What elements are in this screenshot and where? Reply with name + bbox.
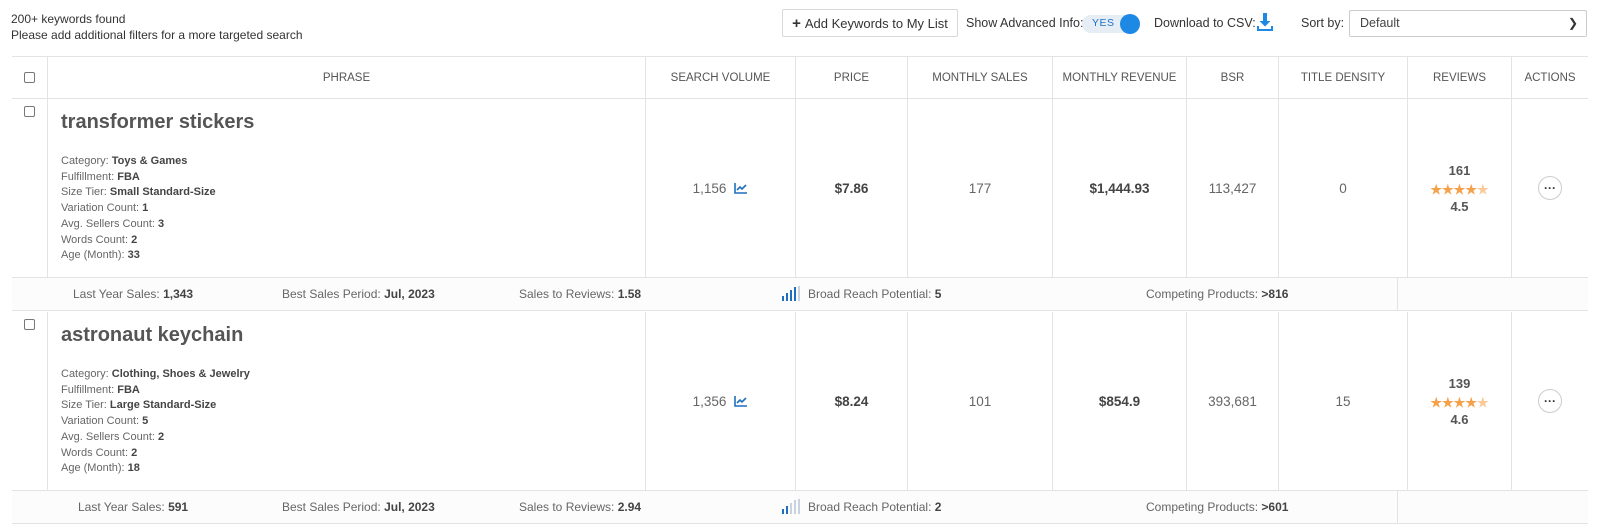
title-density-value: 15 bbox=[1279, 312, 1408, 490]
sales-to-reviews: Sales to Reviews: 2.94 bbox=[519, 500, 642, 514]
results-summary: 200+ keywords found Please add additiona… bbox=[11, 11, 303, 43]
toggle-knob bbox=[1120, 14, 1140, 34]
signal-bars-icon bbox=[782, 286, 802, 301]
best-sales-period: Best Sales Period: Jul, 2023 bbox=[282, 500, 435, 514]
search-volume-cell: 1,356 bbox=[646, 312, 796, 490]
star-rating-icon: ★ ★ ★ ★ ★ bbox=[1430, 181, 1489, 197]
best-sales-period: Best Sales Period: Jul, 2023 bbox=[282, 287, 435, 301]
sales-to-reviews: Sales to Reviews: 1.58 bbox=[519, 287, 642, 301]
monthly-sales-value: 101 bbox=[908, 312, 1053, 490]
search-volume-value: 1,156 bbox=[692, 180, 727, 196]
advanced-info-label: Show Advanced Info: bbox=[966, 16, 1084, 30]
col-monthly-sales[interactable]: MONTHLY SALES bbox=[908, 57, 1053, 98]
last-year-sales: Last Year Sales: 591 bbox=[78, 500, 189, 514]
signal-bars-icon bbox=[782, 499, 802, 514]
plus-icon: + bbox=[792, 14, 801, 32]
broad-reach-potential: Broad Reach Potential: 2 bbox=[808, 500, 942, 514]
search-volume-value: 1,356 bbox=[692, 393, 727, 409]
search-volume-cell: 1,156 bbox=[646, 99, 796, 277]
rating-value: 4.6 bbox=[1450, 411, 1469, 427]
row-select-cell bbox=[12, 99, 48, 277]
more-actions-icon[interactable]: ··· bbox=[1538, 389, 1562, 413]
col-price[interactable]: PRICE bbox=[796, 57, 908, 98]
keyword-attributes: Category: Clothing, Shoes & Jewelry Fulf… bbox=[61, 368, 250, 475]
row-details: Last Year Sales: 591 Best Sales Period: … bbox=[12, 491, 1588, 524]
advanced-info-toggle[interactable]: YES bbox=[1082, 14, 1140, 34]
sort-by-label: Sort by: bbox=[1301, 16, 1345, 30]
sort-by-value: Default bbox=[1360, 16, 1400, 30]
select-all-checkbox[interactable] bbox=[24, 72, 35, 83]
col-title-density[interactable]: TITLE DENSITY bbox=[1279, 57, 1408, 98]
rating-value: 4.5 bbox=[1450, 198, 1469, 214]
table-row[interactable]: transformer stickers Category: Toys & Ga… bbox=[12, 99, 1588, 278]
col-bsr[interactable]: BSR bbox=[1187, 57, 1279, 98]
competing-products: Competing Products: >601 bbox=[1146, 500, 1289, 514]
bsr-value: 393,681 bbox=[1187, 312, 1279, 490]
actions-cell: ··· bbox=[1512, 312, 1588, 490]
header-select-cell bbox=[12, 57, 48, 98]
col-search-volume[interactable]: SEARCH VOLUME bbox=[646, 57, 796, 98]
actions-cell: ··· bbox=[1512, 99, 1588, 277]
sort-by-select[interactable]: Default ❯ bbox=[1349, 10, 1587, 37]
col-phrase[interactable]: PHRASE bbox=[48, 57, 646, 98]
reviews-count: 139 bbox=[1448, 375, 1471, 391]
price-value: $7.86 bbox=[796, 99, 908, 277]
keyword-phrase[interactable]: transformer stickers bbox=[61, 111, 254, 134]
row-checkbox[interactable] bbox=[24, 319, 35, 330]
reviews-cell: 139 ★ ★ ★ ★ ★ 4.6 bbox=[1408, 312, 1512, 490]
reviews-cell: 161 ★ ★ ★ ★ ★ 4.5 bbox=[1408, 99, 1512, 277]
download-icon[interactable] bbox=[1256, 12, 1274, 32]
title-density-value: 0 bbox=[1279, 99, 1408, 277]
filter-hint: Please add additional filters for a more… bbox=[11, 28, 303, 42]
keyword-phrase[interactable]: astronaut keychain bbox=[61, 324, 243, 347]
trend-chart-icon[interactable] bbox=[734, 182, 748, 194]
divider bbox=[1397, 491, 1398, 523]
trend-chart-icon[interactable] bbox=[734, 395, 748, 407]
chevron-down-icon: ❯ bbox=[1567, 16, 1578, 30]
row-select-cell bbox=[12, 312, 48, 490]
keyword-attributes: Category: Toys & Games Fulfillment: FBA … bbox=[61, 155, 216, 262]
toggle-state-label: YES bbox=[1092, 17, 1115, 29]
row-details: Last Year Sales: 1,343 Best Sales Period… bbox=[12, 278, 1588, 311]
reviews-count: 161 bbox=[1448, 162, 1471, 178]
toolbar: 200+ keywords found Please add additiona… bbox=[0, 0, 1600, 50]
add-keywords-label: Add Keywords to My List bbox=[804, 15, 948, 31]
more-actions-icon[interactable]: ··· bbox=[1538, 176, 1562, 200]
col-actions: ACTIONS bbox=[1524, 71, 1576, 84]
divider bbox=[1397, 278, 1398, 310]
row-checkbox[interactable] bbox=[24, 106, 35, 117]
last-year-sales: Last Year Sales: 1,343 bbox=[73, 287, 194, 301]
monthly-revenue-value: $854.9 bbox=[1053, 312, 1187, 490]
monthly-revenue-value: $1,444.93 bbox=[1053, 99, 1187, 277]
download-csv-label: Download to CSV: bbox=[1154, 16, 1256, 30]
table-header: PHRASE SEARCH VOLUME PRICE MONTHLY SALES… bbox=[12, 56, 1588, 99]
col-reviews[interactable]: REVIEWS bbox=[1408, 57, 1512, 98]
table-row[interactable]: astronaut keychain Category: Clothing, S… bbox=[12, 312, 1588, 491]
col-monthly-revenue[interactable]: MONTHLY REVENUE bbox=[1053, 57, 1187, 98]
broad-reach-potential: Broad Reach Potential: 5 bbox=[808, 287, 942, 301]
add-keywords-button[interactable]: + Add Keywords to My List bbox=[782, 9, 958, 37]
monthly-sales-value: 177 bbox=[908, 99, 1053, 277]
competing-products: Competing Products: >816 bbox=[1146, 287, 1289, 301]
bsr-value: 113,427 bbox=[1187, 99, 1279, 277]
star-rating-icon: ★ ★ ★ ★ ★ bbox=[1430, 394, 1489, 410]
keywords-found-count: 200+ keywords found bbox=[11, 12, 126, 26]
price-value: $8.24 bbox=[796, 312, 908, 490]
